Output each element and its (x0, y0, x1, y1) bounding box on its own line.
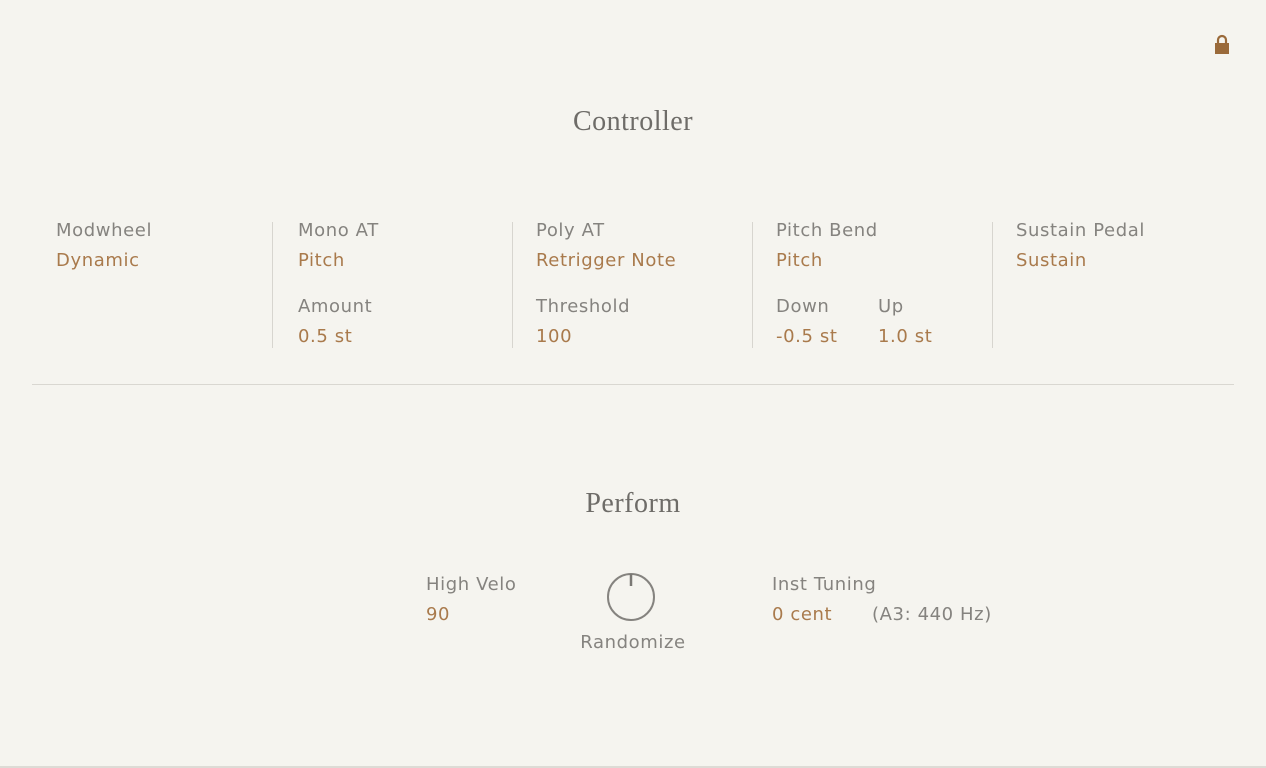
poly-at-label: Poly AT (536, 220, 605, 241)
randomize-label: Randomize (580, 632, 686, 653)
randomize-knob[interactable] (606, 572, 656, 622)
lock-button[interactable] (1214, 34, 1230, 54)
tuning-reference: (A3: 440 Hz) (872, 604, 992, 625)
modwheel-label: Modwheel (56, 220, 153, 241)
mono-at-label: Mono AT (298, 220, 379, 241)
mono-at-amount-label: Amount (298, 296, 373, 317)
column-divider (752, 222, 753, 348)
high-velo-label: High Velo (426, 574, 517, 595)
column-divider (512, 222, 513, 348)
lock-icon (1215, 34, 1229, 54)
pitch-bend-up-label: Up (878, 296, 904, 317)
column-divider (272, 222, 273, 348)
inst-tuning-value[interactable]: 0 cent (772, 604, 832, 625)
poly-at-threshold-label: Threshold (536, 296, 631, 317)
high-velo-value[interactable]: 90 (426, 604, 450, 625)
pitch-bend-label: Pitch Bend (776, 220, 878, 241)
column-divider (992, 222, 993, 348)
poly-at-threshold-value[interactable]: 100 (536, 326, 572, 347)
knob-icon (607, 573, 655, 621)
section-divider (32, 384, 1234, 385)
pitch-bend-value[interactable]: Pitch (776, 250, 823, 271)
mono-at-amount-value[interactable]: 0.5 st (298, 326, 352, 347)
poly-at-value[interactable]: Retrigger Note (536, 250, 676, 271)
modwheel-value[interactable]: Dynamic (56, 250, 140, 271)
pitch-bend-down-label: Down (776, 296, 830, 317)
pitch-bend-down-value[interactable]: -0.5 st (776, 326, 837, 347)
inst-tuning-label: Inst Tuning (772, 574, 877, 595)
sustain-pedal-label: Sustain Pedal (1016, 220, 1145, 241)
mono-at-value[interactable]: Pitch (298, 250, 345, 271)
sustain-pedal-value[interactable]: Sustain (1016, 250, 1087, 271)
controller-title: Controller (572, 106, 694, 137)
pitch-bend-up-value[interactable]: 1.0 st (878, 326, 932, 347)
perform-title: Perform (585, 488, 681, 519)
